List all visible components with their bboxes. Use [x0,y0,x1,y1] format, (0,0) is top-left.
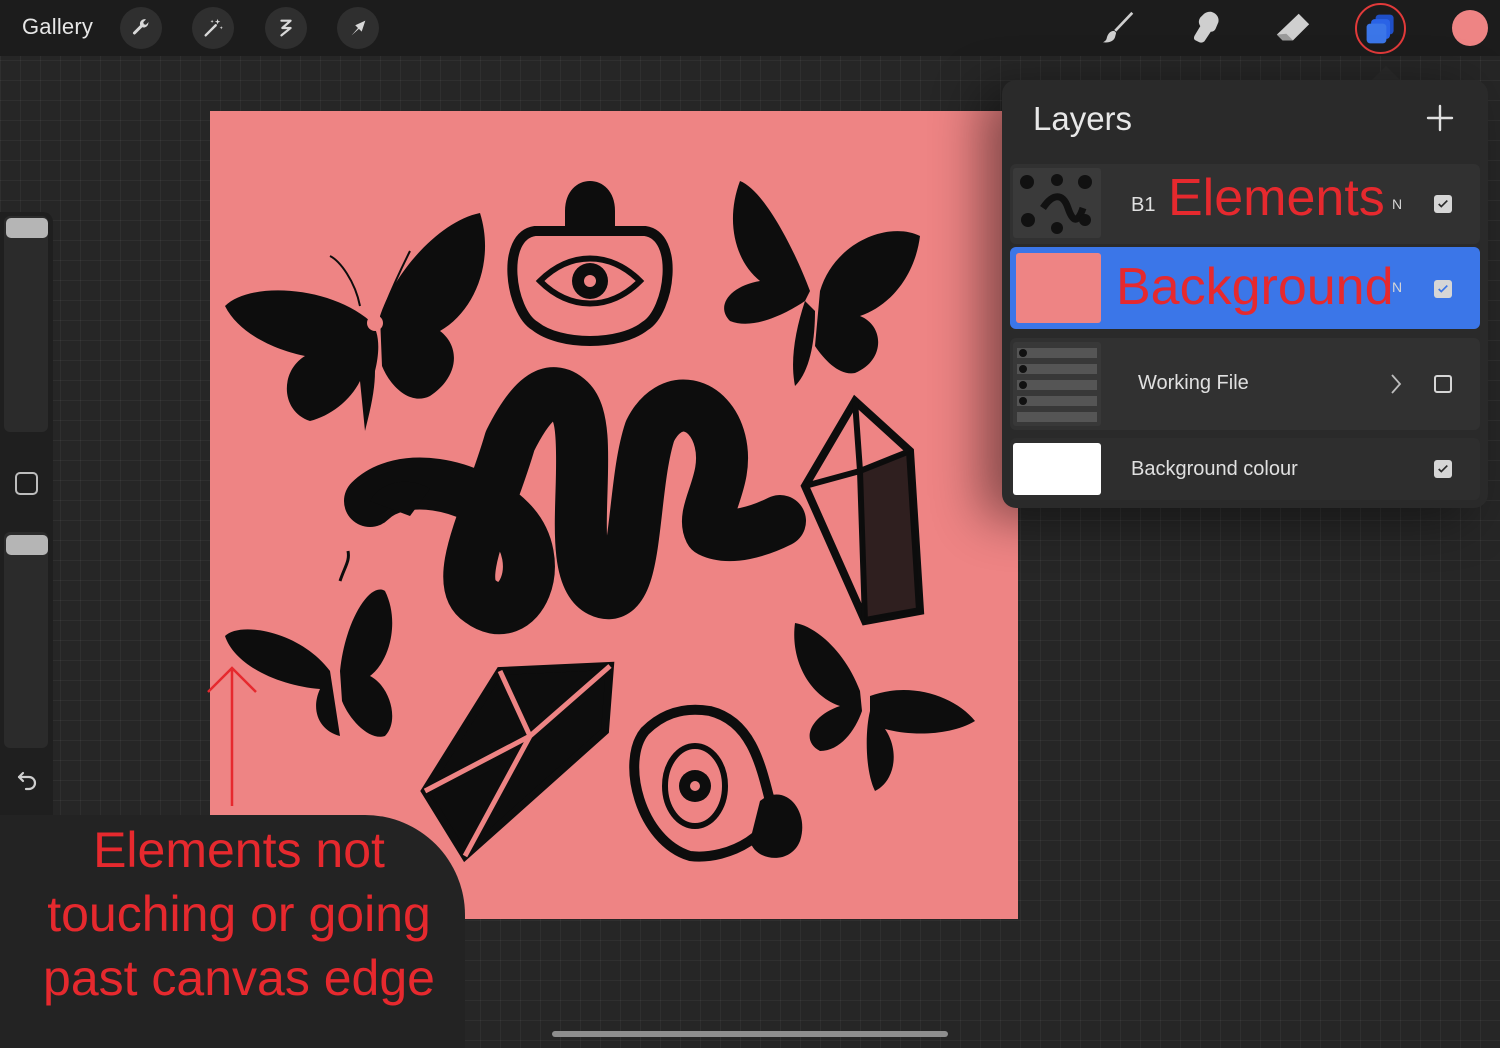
modify-button[interactable] [15,472,38,495]
checkmark-icon [1438,464,1448,473]
annotation-note: Elements not touching or going past canv… [43,822,435,1006]
layer-prefix: B1 [1131,194,1156,216]
checkmark-icon [1438,284,1448,293]
blend-mode-label[interactable]: N [1392,279,1402,295]
layer-thumbnail [1013,342,1101,426]
eye-mushroom-illustration [629,704,803,862]
blend-mode-label[interactable]: N [1392,196,1402,212]
visibility-checkbox[interactable] [1434,195,1452,213]
checkmark-icon [1438,199,1448,208]
left-sidebar [0,212,53,864]
chevron-right-icon[interactable] [1388,372,1404,396]
gallery-button[interactable]: Gallery [22,14,93,40]
eraser-icon[interactable] [1270,6,1316,50]
layer-name-elements: Elements [1168,169,1385,227]
transform-arrow-icon[interactable] [337,7,379,49]
layer-row-background-colour[interactable]: Background colour [1010,438,1480,500]
snake-illustration [344,367,806,635]
smudge-icon[interactable] [1183,6,1229,50]
brush-icon[interactable] [1096,6,1142,50]
eye-potion-illustration [507,181,673,346]
layers-title: Layers [1033,100,1133,137]
wrench-icon[interactable] [120,7,162,49]
brush-size-handle[interactable] [6,218,48,238]
butterfly-illustration [724,181,920,386]
layer-name-background-colour: Background colour [1131,458,1298,480]
brush-size-slider[interactable] [4,216,48,432]
home-indicator[interactable] [552,1031,948,1037]
layer-thumbnail [1016,253,1101,323]
layer-thumbnail [1013,443,1101,495]
visibility-checkbox[interactable] [1434,375,1452,393]
layer-name-working-file: Working File [1138,372,1249,394]
layer-row-elements[interactable]: B1 Elements N [1010,164,1480,244]
layers-panel: Layers B1 Elements N Background N Workin… [1002,80,1488,508]
arrow-up-icon [207,666,257,806]
undo-icon[interactable] [13,765,41,793]
layers-button[interactable] [1355,3,1406,54]
layers-icon [1366,14,1394,43]
color-picker-swatch[interactable] [1452,10,1488,46]
opacity-handle[interactable] [6,535,48,555]
butterfly-illustration [794,623,975,791]
layer-name-background: Background [1116,258,1394,316]
selection-icon[interactable] [265,7,307,49]
add-layer-button[interactable] [1426,104,1454,132]
panel-pointer [1372,66,1400,80]
opacity-slider[interactable] [4,532,48,748]
butterfly-illustration [225,213,486,431]
top-toolbar: Gallery [0,0,1500,56]
layer-group-working-file[interactable]: Working File [1010,338,1480,430]
plus-icon [1426,104,1454,132]
layer-row-background[interactable]: Background N [1010,247,1480,329]
visibility-checkbox[interactable] [1434,460,1452,478]
drawing-canvas[interactable] [210,111,1018,919]
visibility-checkbox[interactable] [1434,280,1452,298]
crystal-illustration [800,394,925,626]
magic-wand-icon[interactable] [192,7,234,49]
layer-thumbnail [1013,168,1101,238]
